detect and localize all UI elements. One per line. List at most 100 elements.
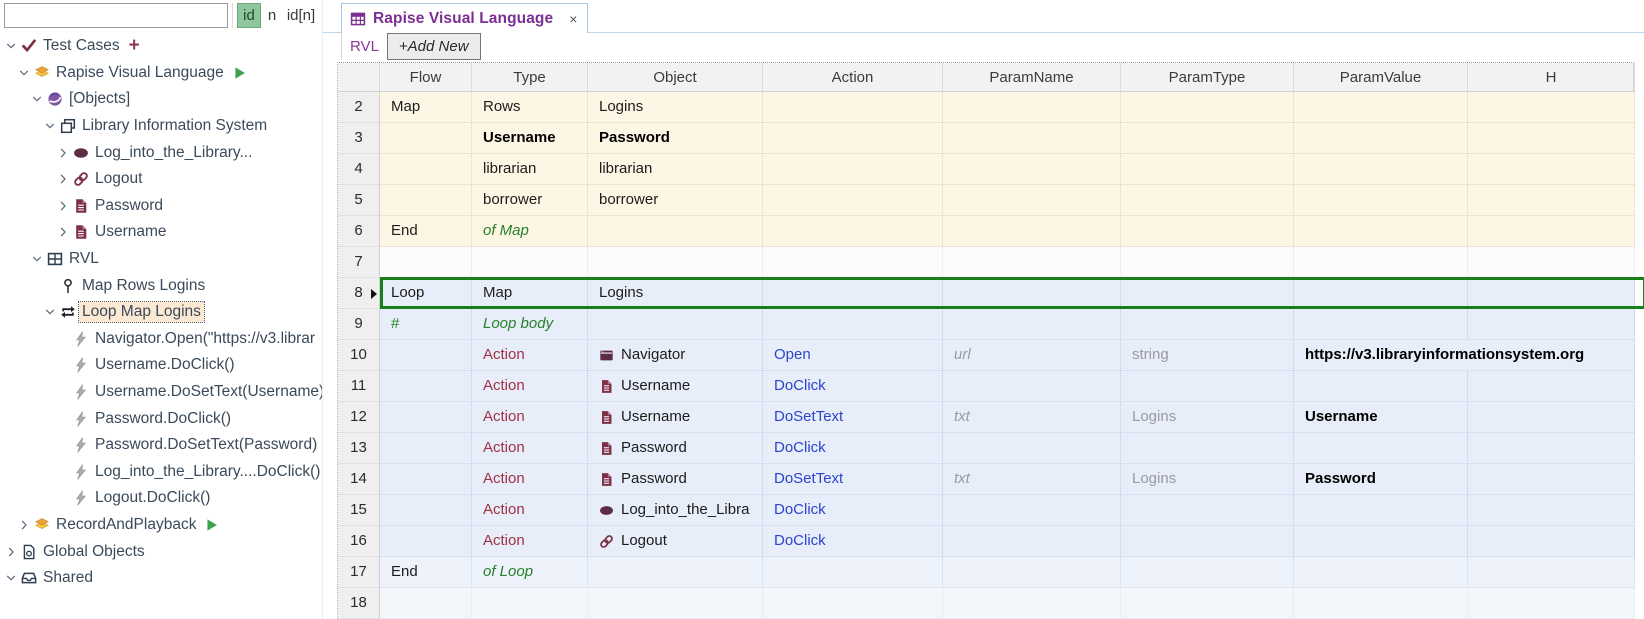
cell-h-row-11[interactable] (1468, 371, 1635, 402)
cell-action-row-3[interactable] (763, 123, 943, 154)
row-number[interactable]: 11 (338, 371, 380, 402)
cell-ptype-row-11[interactable] (1121, 371, 1294, 402)
cell-h-row-12[interactable] (1468, 402, 1635, 433)
row-number[interactable]: 17 (338, 557, 380, 588)
chevron-right-icon[interactable] (56, 146, 70, 160)
tree-item-log-into-the-library[interactable]: Log_into_the_Library... (0, 139, 323, 166)
play-icon[interactable] (205, 518, 219, 532)
chevron-down-icon[interactable] (43, 119, 57, 133)
cell-type-row-11[interactable]: Action (472, 371, 588, 402)
chevron-right-icon[interactable] (56, 172, 70, 186)
cell-object-row-2[interactable]: Logins (588, 92, 763, 123)
cell-type-row-3[interactable]: Username (472, 123, 588, 154)
header-h[interactable]: H (1468, 63, 1635, 92)
cell-pvalue-row-18[interactable] (1294, 588, 1468, 619)
filter-button-n[interactable]: n (265, 3, 279, 28)
tree-item-label[interactable]: Logout (92, 169, 145, 189)
cell-pvalue-row-7[interactable] (1294, 247, 1468, 278)
filter-button-idn[interactable]: id[n] (283, 3, 319, 28)
cell-pvalue-row-3[interactable] (1294, 123, 1468, 154)
tree-item-label[interactable]: Library Information System (79, 116, 270, 136)
tree-item-label[interactable]: Test Cases (40, 36, 123, 56)
cell-flow-row-13[interactable] (380, 433, 472, 464)
cell-action-row-16[interactable]: DoClick (763, 526, 943, 557)
cell-h-row-16[interactable] (1468, 526, 1635, 557)
cell-object-row-18[interactable] (588, 588, 763, 619)
cell-pname-row-2[interactable] (943, 92, 1121, 123)
cell-pname-row-16[interactable] (943, 526, 1121, 557)
cell-pname-row-14[interactable]: txt (943, 464, 1121, 495)
cell-flow-row-5[interactable] (380, 185, 472, 216)
cell-action-row-2[interactable] (763, 92, 943, 123)
cell-type-row-8[interactable]: Map (472, 278, 588, 309)
chevron-down-icon[interactable] (43, 305, 57, 319)
cell-type-row-2[interactable]: Rows (472, 92, 588, 123)
tree-item-library-information-system[interactable]: Library Information System (0, 113, 323, 140)
cell-flow-row-6[interactable]: End (380, 216, 472, 247)
cell-h-row-17[interactable] (1468, 557, 1635, 588)
cell-object-row-5[interactable]: borrower (588, 185, 763, 216)
tree-item-loop-map-logins[interactable]: Loop Map Logins (0, 299, 323, 326)
cell-flow-row-9[interactable]: # (380, 309, 472, 340)
row-number[interactable]: 9 (338, 309, 380, 340)
cell-type-row-4[interactable]: librarian (472, 154, 588, 185)
tree-item-global-objects[interactable]: Global Objects (0, 538, 323, 565)
row-number[interactable]: 16 (338, 526, 380, 557)
cell-h-row-14[interactable] (1468, 464, 1635, 495)
cell-type-row-17[interactable]: of Loop (472, 557, 588, 588)
cell-action-row-13[interactable]: DoClick (763, 433, 943, 464)
tree-item-password-dosettext-password[interactable]: Password.DoSetText(Password) (0, 432, 323, 459)
cell-type-row-18[interactable] (472, 588, 588, 619)
cell-object-row-6[interactable] (588, 216, 763, 247)
row-number[interactable]: 2 (338, 92, 380, 123)
cell-object-row-13[interactable]: Password (588, 433, 763, 464)
cell-ptype-row-17[interactable] (1121, 557, 1294, 588)
cell-pvalue-row-10[interactable]: https://v3.libraryinformationsystem.org (1294, 340, 1468, 371)
cell-pname-row-13[interactable] (943, 433, 1121, 464)
chevron-down-icon[interactable] (30, 92, 44, 106)
tree-item-password-doclick[interactable]: Password.DoClick() (0, 405, 323, 432)
cell-pname-row-3[interactable] (943, 123, 1121, 154)
tree-item-logout[interactable]: Logout (0, 166, 323, 193)
tree-item-label[interactable]: Navigator.Open("https://v3.librar (92, 329, 318, 349)
cell-action-row-7[interactable] (763, 247, 943, 278)
cell-object-row-3[interactable]: Password (588, 123, 763, 154)
cell-type-row-6[interactable]: of Map (472, 216, 588, 247)
cell-object-row-10[interactable]: Navigator (588, 340, 763, 371)
cell-type-row-14[interactable]: Action (472, 464, 588, 495)
tree-item-label[interactable]: RVL (66, 249, 102, 269)
row-number[interactable]: 5 (338, 185, 380, 216)
cell-action-row-12[interactable]: DoSetText (763, 402, 943, 433)
cell-action-row-11[interactable]: DoClick (763, 371, 943, 402)
cell-flow-row-17[interactable]: End (380, 557, 472, 588)
cell-object-row-7[interactable] (588, 247, 763, 278)
row-number[interactable]: 10 (338, 340, 380, 371)
cell-type-row-13[interactable]: Action (472, 433, 588, 464)
chevron-right-icon[interactable] (56, 199, 70, 213)
cell-object-row-8[interactable]: Logins (588, 278, 763, 309)
tree-item-label[interactable]: Password.DoClick() (92, 409, 234, 429)
cell-action-row-15[interactable]: DoClick (763, 495, 943, 526)
cell-object-row-14[interactable]: Password (588, 464, 763, 495)
cell-flow-row-15[interactable] (380, 495, 472, 526)
cell-ptype-row-15[interactable] (1121, 495, 1294, 526)
cell-object-row-4[interactable]: librarian (588, 154, 763, 185)
tree-item-rvl[interactable]: RVL (0, 246, 323, 273)
cell-pvalue-row-17[interactable] (1294, 557, 1468, 588)
cell-ptype-row-3[interactable] (1121, 123, 1294, 154)
chevron-down-icon[interactable] (17, 66, 31, 80)
cell-h-row-5[interactable] (1468, 185, 1635, 216)
cell-action-row-4[interactable] (763, 154, 943, 185)
tree-item-rapise-visual-language[interactable]: Rapise Visual Language (0, 60, 323, 87)
cell-h-row-4[interactable] (1468, 154, 1635, 185)
tree-item-label[interactable]: RecordAndPlayback (53, 515, 199, 535)
cell-type-row-10[interactable]: Action (472, 340, 588, 371)
cell-flow-row-8[interactable]: Loop (380, 278, 472, 309)
cell-object-row-17[interactable] (588, 557, 763, 588)
cell-h-row-9[interactable] (1468, 309, 1635, 340)
cell-action-row-14[interactable]: DoSetText (763, 464, 943, 495)
cell-pname-row-8[interactable] (943, 278, 1121, 309)
cell-ptype-row-8[interactable] (1121, 278, 1294, 309)
cell-pvalue-row-16[interactable] (1294, 526, 1468, 557)
tree-item-username[interactable]: Username (0, 219, 323, 246)
